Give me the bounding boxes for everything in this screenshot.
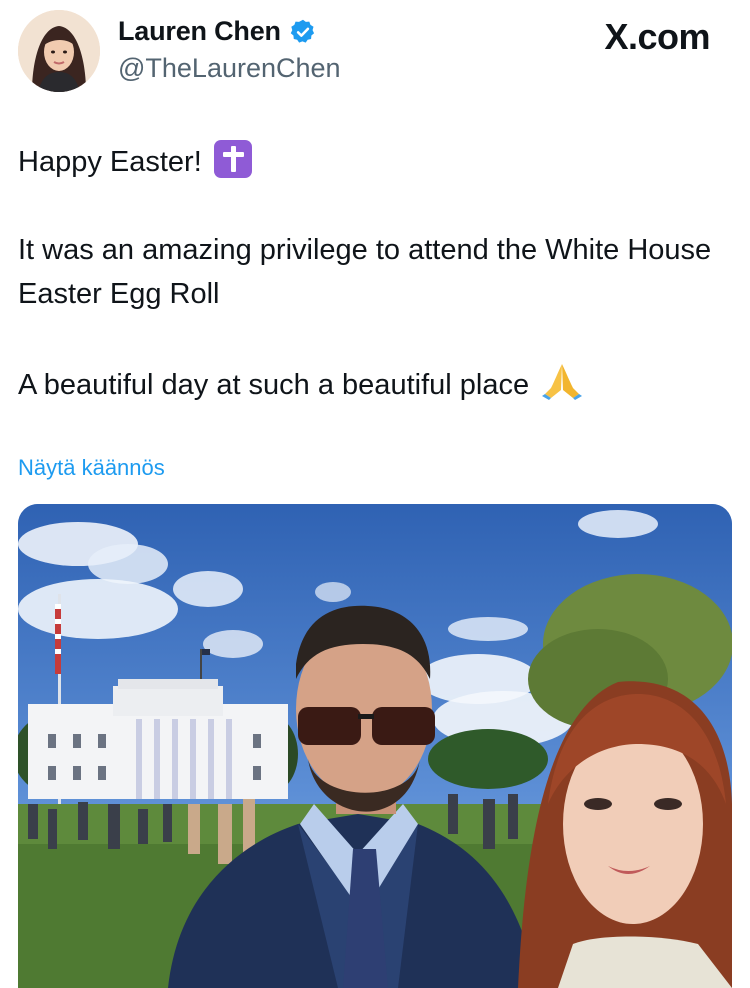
author-handle[interactable]: @TheLaurenChen: [118, 53, 341, 84]
brand-label: X.com: [604, 16, 710, 57]
author-name-row: Lauren Chen: [118, 16, 317, 47]
latin-cross-emoji-icon: [213, 140, 252, 178]
white-house-selfie-photo: [18, 504, 732, 988]
tweet-text: Happy Easter! It was an amazing privileg…: [18, 140, 718, 407]
author-avatar[interactable]: [18, 10, 100, 92]
tweet-line-1: Happy Easter!: [18, 146, 202, 178]
avatar-photo: [18, 10, 100, 92]
show-translation-link[interactable]: Näytä käännös: [18, 455, 165, 481]
verified-badge-icon: [289, 18, 317, 46]
author-display-name[interactable]: Lauren Chen: [118, 16, 281, 47]
folded-hands-emoji-icon: [541, 360, 583, 400]
tweet-photo[interactable]: [18, 504, 732, 988]
tweet-line-2: It was an amazing privilege to attend th…: [18, 234, 720, 310]
tweet-line-3: A beautiful day at such a beautiful plac…: [18, 369, 530, 401]
